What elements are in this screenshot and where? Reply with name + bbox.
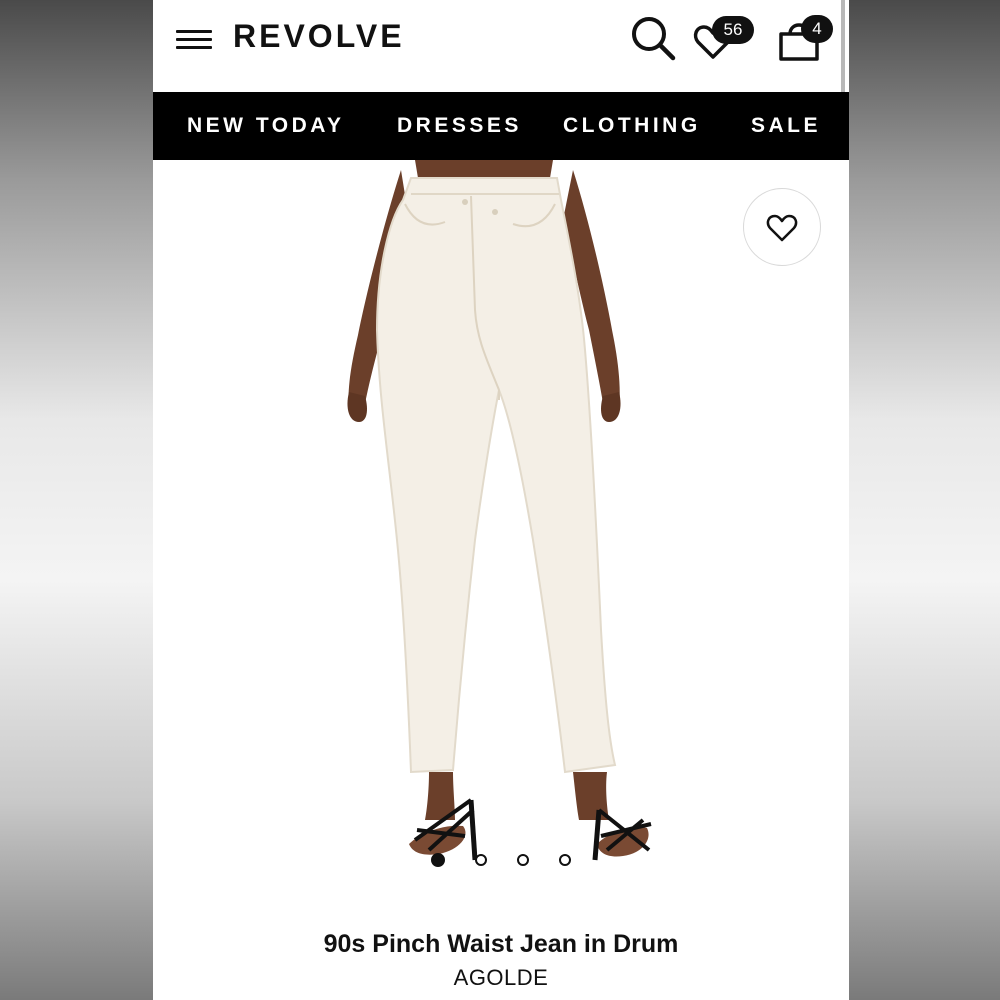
- product-image: [347, 160, 652, 861]
- menu-icon[interactable]: [176, 27, 212, 53]
- add-to-favorites-button[interactable]: [743, 188, 821, 266]
- wishlist-count-badge: 56: [712, 16, 754, 44]
- product-title: 90s Pinch Waist Jean in Drum: [323, 930, 679, 958]
- product-gallery[interactable]: [153, 160, 849, 872]
- bag-count-badge: 4: [801, 15, 833, 43]
- pagination-dot[interactable]: [517, 854, 529, 866]
- nav-dresses[interactable]: DRESSES: [397, 92, 522, 160]
- nav-new-today[interactable]: NEW TODAY: [187, 92, 345, 160]
- background-right: [849, 0, 1000, 1000]
- phone-screen: REVOLVE 56 4 NEW TODAY DRESSES CLOTHING: [153, 0, 849, 1000]
- heart-outline-icon: [766, 214, 798, 242]
- nav-sale[interactable]: SALE: [751, 92, 821, 160]
- image-pagination: [429, 852, 579, 872]
- nav-clothing[interactable]: CLOTHING: [563, 92, 701, 160]
- scrollbar[interactable]: [841, 0, 845, 92]
- revolve-logo[interactable]: REVOLVE: [233, 18, 405, 55]
- shopping-bag-button[interactable]: 4: [775, 12, 837, 64]
- site-header: REVOLVE 56 4: [153, 0, 849, 92]
- pagination-dot[interactable]: [475, 854, 487, 866]
- background-left: [0, 0, 153, 1000]
- wishlist-button[interactable]: 56: [691, 14, 754, 64]
- search-icon[interactable]: [629, 14, 677, 62]
- pagination-dot[interactable]: [559, 854, 571, 866]
- pagination-dot[interactable]: [431, 853, 445, 867]
- product-brand[interactable]: AGOLDE: [153, 965, 849, 991]
- category-nav: NEW TODAY DRESSES CLOTHING SALE: [153, 92, 849, 160]
